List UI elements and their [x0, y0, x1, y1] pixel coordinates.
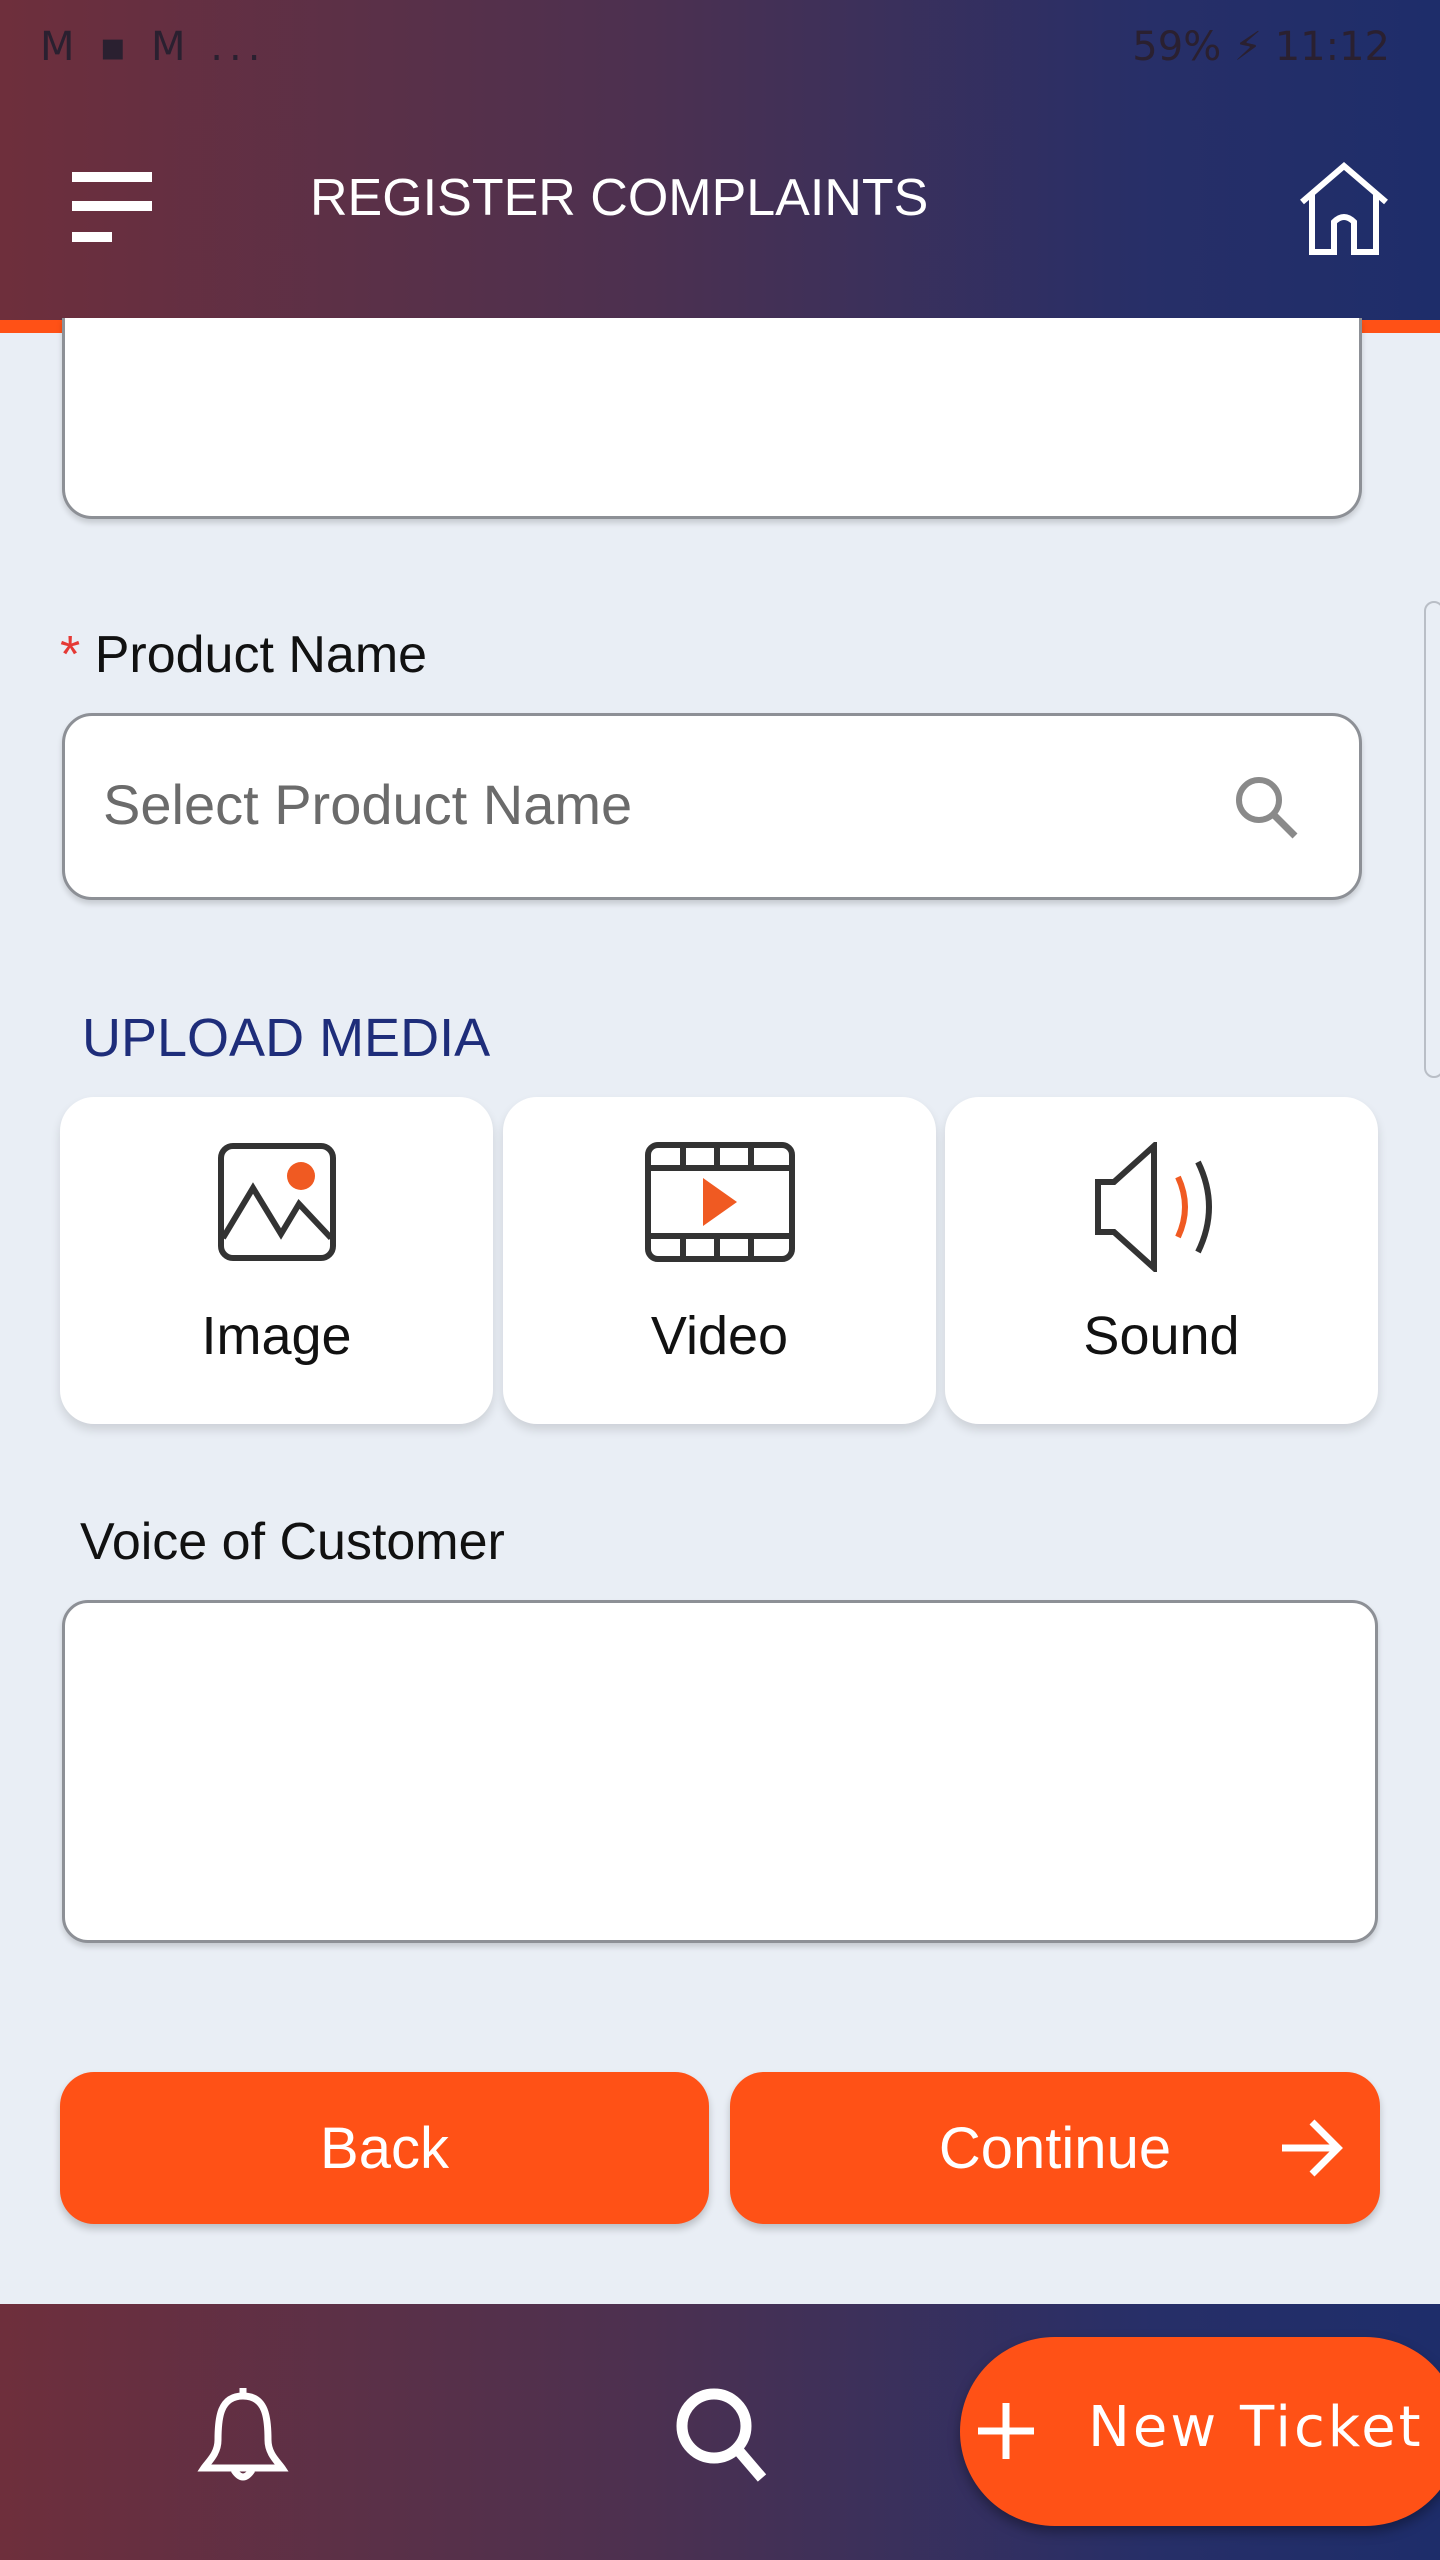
upload-sound-button[interactable]: Sound — [945, 1097, 1378, 1424]
bell-icon[interactable] — [196, 2384, 290, 2484]
previous-field-input[interactable] — [62, 318, 1362, 519]
voice-of-customer-textarea[interactable] — [62, 1600, 1378, 1943]
voice-of-customer-label: Voice of Customer — [80, 1513, 505, 1571]
search-icon[interactable] — [1231, 772, 1303, 844]
arrow-right-icon — [1282, 2119, 1343, 2177]
product-name-placeholder: Select Product Name — [103, 773, 633, 836]
clock: 11:12 — [1274, 24, 1390, 70]
upload-media-title: UPLOAD MEDIA — [82, 1008, 491, 1068]
scrollbar[interactable] — [1424, 601, 1440, 1078]
page-title: REGISTER COMPLAINTS — [310, 169, 929, 227]
image-icon — [217, 1143, 336, 1261]
back-button[interactable]: Back — [60, 2072, 709, 2224]
new-ticket-button[interactable]: New Ticket — [960, 2337, 1440, 2526]
continue-button[interactable]: Continue — [730, 2072, 1380, 2224]
status-bar: M ▪ M ... 59% ⚡ 11:12 — [0, 0, 1440, 95]
upload-video-button[interactable]: Video — [503, 1097, 936, 1424]
product-name-select[interactable]: Select Product Name — [62, 713, 1362, 900]
home-icon[interactable] — [1294, 160, 1394, 260]
plus-icon — [978, 2403, 1034, 2459]
battery-level: 59% — [1132, 24, 1222, 70]
notification-icons: M ▪ M ... — [40, 24, 267, 70]
upload-image-button[interactable]: Image — [60, 1097, 493, 1424]
video-icon — [644, 1142, 795, 1262]
menu-icon[interactable] — [72, 172, 152, 242]
search-nav-icon[interactable] — [672, 2384, 772, 2484]
product-name-label: * Product Name — [60, 626, 428, 684]
sound-icon — [1094, 1142, 1212, 1272]
